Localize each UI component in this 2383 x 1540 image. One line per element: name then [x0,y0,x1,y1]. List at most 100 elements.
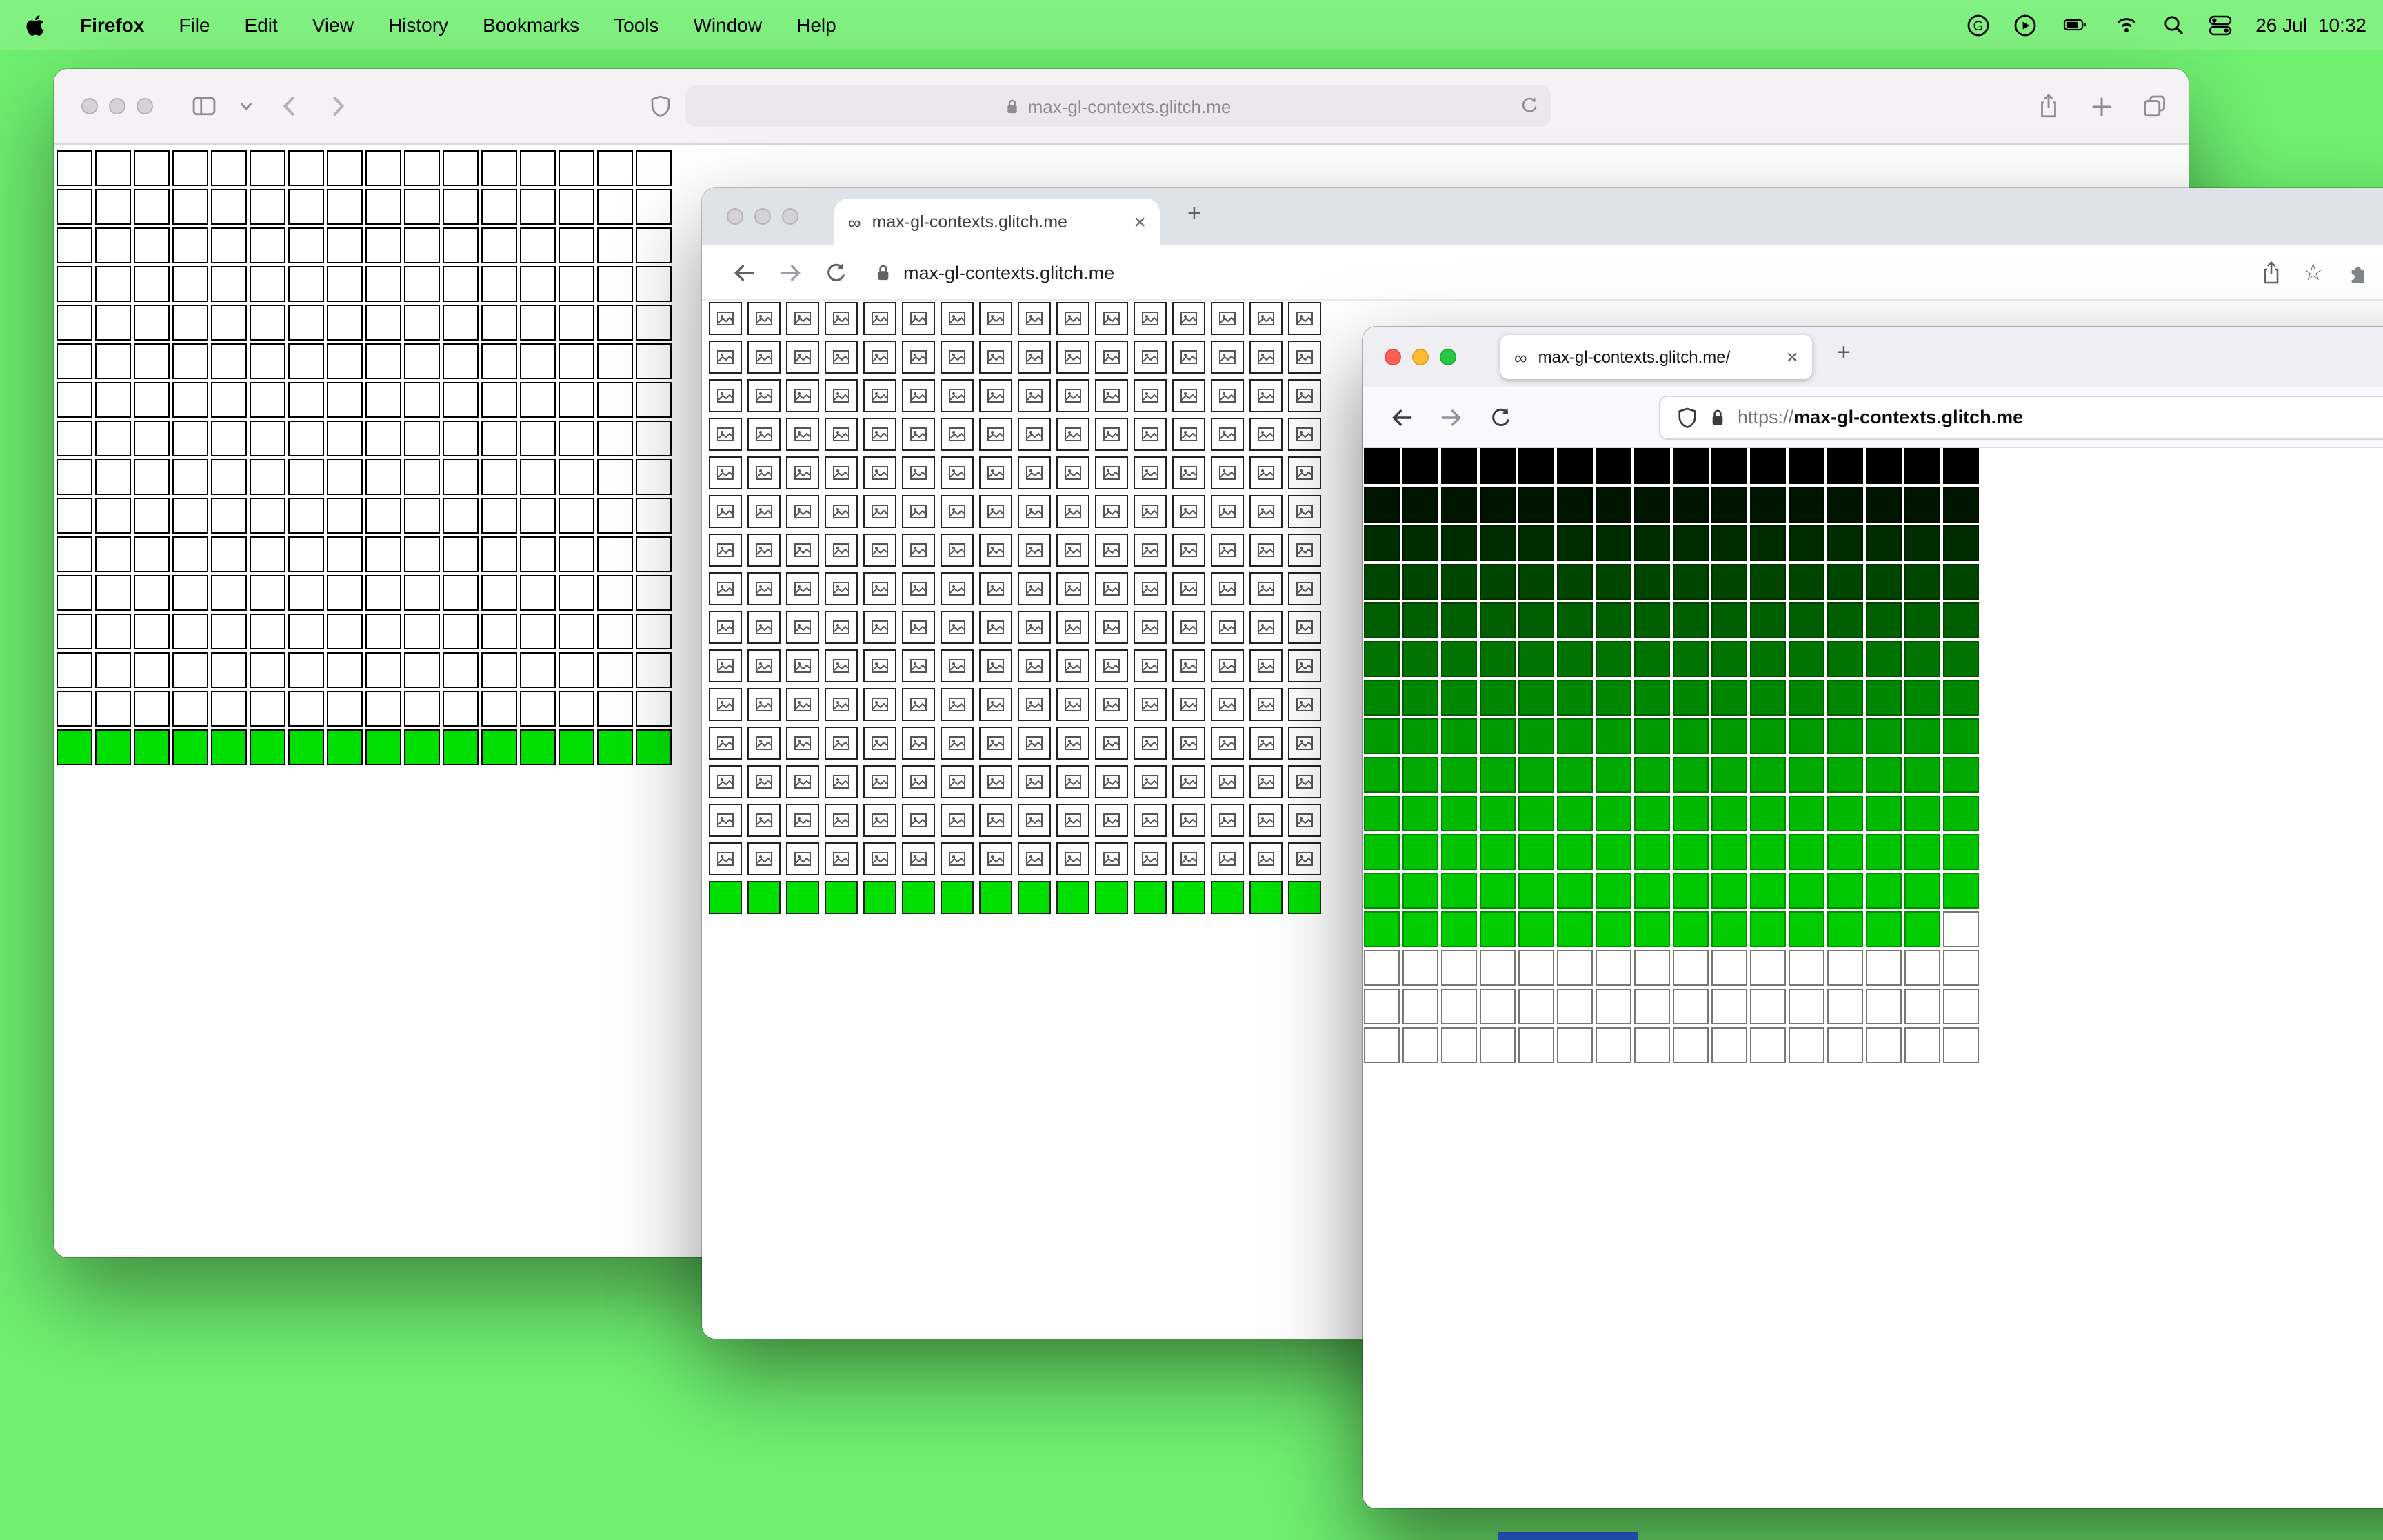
canvas-cell-white [57,266,92,302]
wifi-icon[interactable] [2113,15,2138,34]
menu-app-name[interactable]: Firefox [80,14,144,36]
minimize-button[interactable] [1412,349,1429,365]
broken-image-icon [717,852,734,866]
reload-icon[interactable] [1520,95,1539,116]
canvas-cell-white [520,343,556,379]
broken-image-icon [949,389,965,403]
menu-item-file[interactable]: File [179,14,210,36]
canvas-cell-colored [1634,602,1670,638]
tab-overview-icon[interactable] [2143,94,2166,118]
forward-icon[interactable] [779,261,803,284]
broken-canvas-cell [747,804,781,837]
chevron-down-icon[interactable] [239,99,254,114]
back-icon[interactable] [280,94,298,119]
canvas-cell-white [327,305,363,341]
close-button[interactable] [81,98,98,114]
broken-image-icon [1103,659,1120,673]
back-icon[interactable] [732,261,756,284]
play-status-icon[interactable] [2013,13,2036,37]
tracking-shield-icon[interactable] [1677,406,1698,428]
google-g-status-icon[interactable]: G [1966,13,1989,37]
broken-image-icon [1296,312,1313,325]
menu-item-help[interactable]: Help [796,14,836,36]
back-icon[interactable] [1390,405,1414,429]
broken-canvas-cell [825,572,858,605]
address-bar[interactable]: max-gl-contexts.glitch.me [685,85,1551,127]
broken-image-icon [717,698,734,711]
privacy-shield-icon[interactable] [650,94,672,118]
canvas-cell-colored [1943,641,1979,677]
control-center-icon[interactable] [2207,13,2232,37]
broken-image-icon [794,698,811,711]
tab-close-icon[interactable]: × [1786,347,1798,367]
chrome-active-tab[interactable]: ∞ max-gl-contexts.glitch.me × [834,199,1160,245]
menu-item-history[interactable]: History [388,14,448,36]
spotlight-search-icon[interactable] [2162,14,2184,36]
canvas-cell-white [443,189,479,225]
new-tab-icon[interactable] [2091,95,2113,117]
canvas-cell-colored [1673,718,1709,754]
minimize-button[interactable] [109,98,125,114]
broken-image-icon [1296,466,1313,480]
address-bar[interactable]: https://max-gl-contexts.glitch.me [1659,395,2383,439]
broken-canvas-cell [1095,765,1128,798]
zoom-button[interactable] [137,98,153,114]
menu-item-view[interactable]: View [312,14,354,36]
broken-image-icon [833,620,849,634]
close-button[interactable] [727,208,743,225]
window-controls [81,98,153,114]
broken-image-icon [1026,775,1043,789]
broken-canvas-cell [941,302,974,335]
canvas-cell-white [365,266,401,302]
lock-icon[interactable] [876,263,891,282]
canvas-cell-white [250,459,285,495]
broken-canvas-cell [941,495,974,528]
menu-item-window[interactable]: Window [694,14,763,36]
menu-item-bookmarks[interactable]: Bookmarks [483,14,579,36]
forward-icon[interactable] [1440,405,1463,429]
menu-item-edit[interactable]: Edit [245,14,278,36]
lock-icon[interactable] [1710,407,1725,427]
hidden-window-edge[interactable] [1498,1532,1638,1540]
apple-menu-icon[interactable] [25,13,46,37]
svg-text:G: G [1973,19,1983,33]
canvas-cell-white [327,459,363,495]
canvas-cell-white [211,498,247,534]
close-button[interactable] [1385,349,1401,365]
sidebar-icon[interactable] [192,95,217,117]
forward-icon[interactable] [330,94,348,119]
zoom-button[interactable] [1440,349,1456,365]
broken-canvas-cell [1056,418,1089,451]
canvas-cell-white [95,421,131,456]
new-tab-button[interactable]: + [1837,341,1851,364]
share-icon[interactable] [2260,260,2282,285]
canvas-cell-white [1557,1027,1593,1063]
canvas-cell-white [443,343,479,379]
extensions-puzzle-icon[interactable] [2344,261,2368,284]
broken-canvas-cell [1172,495,1205,528]
canvas-cell-colored [1518,525,1554,561]
url-text[interactable]: max-gl-contexts.glitch.me [903,262,1114,283]
menu-item-tools[interactable]: Tools [614,14,658,36]
broken-image-icon [1296,582,1313,596]
reload-icon[interactable] [1489,406,1511,428]
canvas-cell-white [597,227,633,263]
zoom-button[interactable] [782,208,798,225]
canvas-cell-colored [1943,834,1979,870]
broken-canvas-cell [786,456,819,489]
canvas-cell-white [365,382,401,418]
minimize-button[interactable] [754,208,771,225]
broken-canvas-cell [1018,649,1051,682]
bookmark-star-icon[interactable]: ☆ [2303,261,2324,284]
firefox-active-tab[interactable]: ∞ max-gl-contexts.glitch.me/ × [1500,335,1812,379]
reload-icon[interactable] [825,261,847,283]
share-icon[interactable] [2037,93,2060,119]
tab-close-icon[interactable]: × [1134,212,1146,232]
broken-canvas-cell [825,688,858,721]
new-tab-button[interactable]: + [1187,201,1201,225]
broken-image-icon [987,543,1004,557]
broken-canvas-cell [1249,842,1283,875]
menu-bar-clock[interactable]: 26 Jul 10:32 [2255,14,2366,36]
battery-icon[interactable] [2060,14,2090,36]
broken-canvas-cell [941,572,974,605]
